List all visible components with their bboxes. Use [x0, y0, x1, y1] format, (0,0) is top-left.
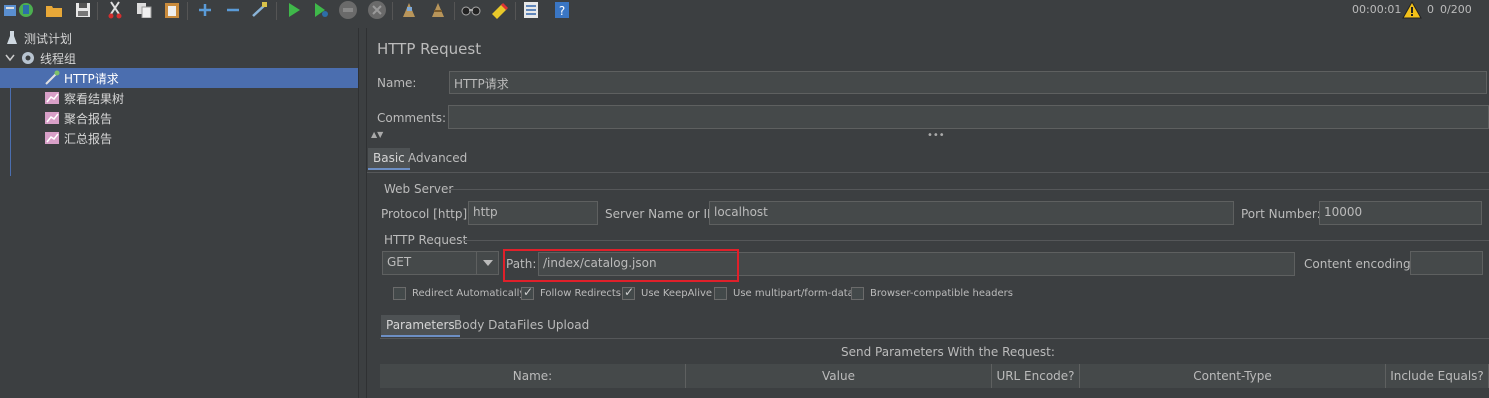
collapse-divider[interactable]: ▲▼ ••• — [367, 130, 1489, 144]
stop-icon[interactable] — [338, 0, 358, 20]
paste-icon[interactable] — [162, 0, 182, 20]
cut-icon[interactable] — [105, 0, 125, 20]
use-keepalive-checkbox[interactable] — [622, 285, 635, 300]
browser-compatible-headers-checkbox[interactable] — [851, 287, 864, 300]
tree-item-http-request[interactable]: HTTP请求 — [0, 68, 358, 88]
copy-icon[interactable] — [134, 0, 154, 20]
tree-item-summary-report[interactable]: 汇总报告 — [0, 128, 358, 148]
checkbox-label: Redirect Automatically — [412, 288, 526, 299]
tree-item-test-plan[interactable]: 测试计划 — [0, 28, 358, 48]
tree-item-label: HTTP请求 — [64, 71, 119, 86]
use-multipart-checkbox[interactable] — [714, 287, 727, 300]
column-header-content-type[interactable]: Content-Type — [1080, 364, 1386, 388]
protocol-label: Protocol [http]: — [381, 207, 472, 221]
tree-item-aggregate-report[interactable]: 聚合报告 — [0, 108, 358, 128]
tree-item-label: 聚合报告 — [64, 111, 113, 126]
http-request-legend: HTTP Request — [384, 233, 468, 247]
column-header-name[interactable]: Name: — [380, 364, 686, 388]
tree-item-label: 汇总报告 — [64, 131, 113, 146]
reset-search-icon[interactable] — [490, 0, 510, 20]
comments-field[interactable] — [448, 105, 1489, 129]
checkbox-label: Follow Redirects — [540, 288, 621, 299]
method-value: GET — [387, 255, 412, 269]
port-label: Port Number: — [1241, 207, 1321, 221]
svg-text:?: ? — [559, 4, 565, 18]
checkbox-label: Use multipart/form-data — [733, 288, 854, 299]
help-icon[interactable]: ? — [552, 0, 572, 20]
http-request-panel: HTTP Request Name: HTTP请求 Comments: ▲▼ •… — [367, 28, 1489, 398]
start-no-pause-icon[interactable] — [311, 0, 331, 20]
follow-redirects-checkbox[interactable] — [521, 285, 534, 300]
tree-item-label: 测试计划 — [24, 31, 73, 46]
gear-icon — [20, 50, 36, 66]
clear-all-icon[interactable] — [428, 0, 448, 20]
comments-label: Comments: — [377, 111, 447, 125]
tab-advanced[interactable]: Advanced — [403, 148, 472, 168]
function-helper-icon[interactable] — [521, 0, 541, 20]
elapsed-time: 00:00:01 — [1352, 3, 1402, 16]
checkbox-label: Use KeepAlive — [641, 288, 713, 299]
params-caption: Send Parameters With the Request: — [841, 345, 1055, 359]
collapse-arrows-icon[interactable]: ▲▼ — [371, 130, 383, 139]
pipette-icon — [44, 70, 60, 86]
search-icon[interactable] — [461, 0, 481, 20]
tree-item-label: 线程组 — [40, 51, 77, 66]
warning-icon[interactable] — [1402, 0, 1422, 19]
toggle-icon[interactable] — [250, 0, 270, 20]
tab-files-upload[interactable]: Files Upload — [512, 315, 594, 335]
column-header-include-equals[interactable]: Include Equals? — [1386, 364, 1489, 388]
column-header-url-encode[interactable]: URL Encode? — [992, 364, 1080, 388]
protocol-field[interactable]: http — [468, 201, 598, 225]
active-threads: 0/200 — [1440, 3, 1472, 16]
panel-title: HTTP Request — [377, 40, 482, 58]
open-icon[interactable] — [44, 0, 64, 20]
server-name-label: Server Name or IP: — [605, 207, 719, 221]
tab-parameters[interactable]: Parameters — [381, 315, 460, 337]
web-server-legend: Web Server — [384, 182, 454, 196]
tree-item-thread-group[interactable]: 线程组 — [0, 48, 358, 68]
split-pane-divider[interactable] — [358, 28, 367, 398]
name-field[interactable]: HTTP请求 — [449, 71, 1487, 94]
chart-icon — [44, 110, 60, 126]
save-icon[interactable] — [73, 0, 93, 20]
test-plan-tree: 测试计划 线程组 HTTP请求 察看结果树 聚合报告 汇总报告 — [0, 28, 358, 398]
tree-item-view-results-tree[interactable]: 察看结果树 — [0, 88, 358, 108]
method-select[interactable]: GET — [382, 251, 499, 275]
server-name-field[interactable]: localhost — [709, 201, 1234, 225]
name-label: Name: — [377, 76, 417, 90]
content-encoding-field[interactable] — [1410, 251, 1483, 275]
flask-icon — [4, 30, 20, 46]
drag-handle-icon[interactable]: ••• — [927, 130, 945, 141]
start-icon[interactable] — [284, 0, 304, 20]
new-icon[interactable] — [16, 0, 36, 20]
port-field[interactable]: 10000 — [1319, 201, 1482, 225]
clear-icon[interactable] — [399, 0, 419, 20]
tab-body-data[interactable]: Body Data — [449, 315, 522, 335]
tree-item-label: 察看结果树 — [64, 91, 125, 106]
column-header-value[interactable]: Value — [686, 364, 992, 388]
highlight-box — [503, 249, 739, 282]
chart-icon — [44, 90, 60, 106]
chevron-down-icon[interactable] — [4, 50, 16, 66]
chart-icon — [44, 130, 60, 146]
chevron-down-icon[interactable] — [476, 252, 498, 274]
toolbar: ? 00:00:01 0 0/200 — [0, 0, 1489, 22]
checkbox-label: Browser-compatible headers — [870, 288, 1013, 299]
error-count: 0 — [1427, 3, 1434, 16]
add-icon[interactable] — [195, 0, 215, 20]
remove-icon[interactable] — [223, 0, 243, 20]
content-encoding-label: Content encoding: — [1304, 257, 1415, 271]
redirect-automatically-checkbox[interactable] — [393, 287, 406, 300]
shutdown-icon[interactable] — [367, 0, 387, 20]
